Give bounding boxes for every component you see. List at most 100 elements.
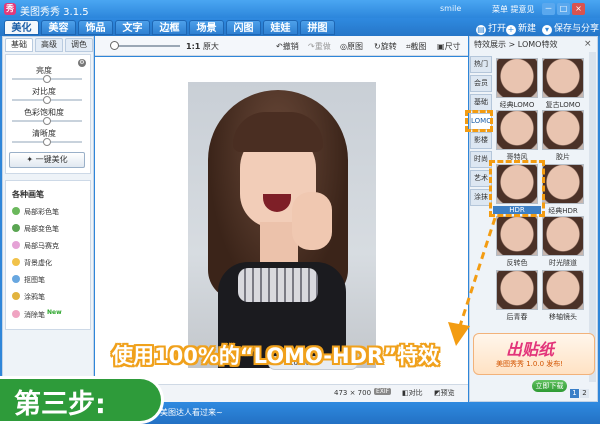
undo-button[interactable]: ↶撤销 <box>276 41 299 52</box>
cutout-icon <box>12 275 20 283</box>
rotate-label: 旋转 <box>380 42 397 51</box>
plus-icon: + <box>506 25 516 35</box>
brush-item[interactable]: 背景虚化 <box>12 258 52 268</box>
resize-button[interactable]: ▣尺寸 <box>437 41 461 52</box>
brush-item[interactable]: 抠图笔 <box>12 275 45 285</box>
effects-breadcrumb: 特效展示 > LOMO特效 <box>474 40 558 49</box>
category-tab[interactable]: 会员 <box>470 75 492 92</box>
app-logo: 秀 <box>4 3 16 15</box>
subtab-advanced[interactable]: 高级 <box>35 38 63 52</box>
redo-icon: ↷ <box>308 42 315 51</box>
brush-item[interactable]: 消除笔 New <box>12 309 62 320</box>
brightness-slider[interactable] <box>12 75 82 83</box>
pen-icon <box>12 292 20 300</box>
eraser-icon <box>12 310 20 318</box>
subtab-color[interactable]: 调色 <box>65 38 93 52</box>
brush-item[interactable]: 局部变色笔 <box>12 224 59 234</box>
user-name[interactable]: smile <box>440 4 461 13</box>
minimize-button[interactable]: － <box>542 3 555 15</box>
folder-icon: ▤ <box>476 25 486 35</box>
open-button[interactable]: ▤ 打开 <box>476 21 506 35</box>
category-tab[interactable]: 基础 <box>470 94 492 111</box>
highlight-lomo-tab <box>465 110 493 132</box>
effect-thumbnail[interactable] <box>542 216 584 256</box>
page-button-2[interactable]: 2 <box>580 389 589 398</box>
page-button-1[interactable]: 1 <box>570 389 579 398</box>
category-tab[interactable]: 影楼 <box>470 132 492 149</box>
brush-panel: 各种画笔 局部彩色笔 局部变色笔 局部马赛克 背景虚化 抠图笔 涂鸦笔 消除笔 N… <box>5 180 91 330</box>
brush-label: 背景虚化 <box>24 259 52 267</box>
new-button[interactable]: + 新建 <box>506 21 536 35</box>
compare-button[interactable]: ◧对比 <box>402 388 423 398</box>
mosaic-icon <box>12 241 20 249</box>
preview-button[interactable]: ◩预览 <box>434 388 455 398</box>
brush-label: 涂鸦笔 <box>24 293 45 301</box>
necklace-shape <box>238 268 318 302</box>
effect-label: 胶片 <box>556 153 570 161</box>
effect-label: 移轴镜头 <box>549 313 577 321</box>
close-icon[interactable]: × <box>584 39 592 49</box>
saturation-slider[interactable] <box>12 117 82 125</box>
recolor-brush-icon <box>12 224 20 232</box>
tab-collage[interactable]: 拼图 <box>300 20 335 35</box>
menu-links[interactable]: 菜单 提意见 <box>492 4 535 15</box>
sharpness-slider[interactable] <box>12 138 82 146</box>
beautify-label: 一键美化 <box>35 155 68 164</box>
exif-button[interactable]: EXIF <box>374 388 392 395</box>
save-share-button[interactable]: ▾ 保存与分享 <box>542 21 599 35</box>
category-tab[interactable]: 热门 <box>470 56 492 73</box>
effect-thumbnail[interactable] <box>496 58 538 98</box>
effect-label: 复古LOMO <box>545 101 581 109</box>
zoom-slider[interactable] <box>112 45 180 47</box>
crop-label: 截图 <box>410 42 427 51</box>
slider-knob[interactable] <box>43 96 51 104</box>
new-label: 新建 <box>518 24 537 34</box>
effect-thumbnail[interactable] <box>542 58 584 98</box>
rotate-icon: ↻ <box>374 42 381 51</box>
close-button[interactable]: × <box>572 3 585 15</box>
compare-icon: ◧ <box>402 389 409 397</box>
rotate-button[interactable]: ↻旋转 <box>374 41 397 52</box>
brush-item[interactable]: 涂鸦笔 <box>12 292 45 302</box>
highlight-hdr-effect <box>489 160 545 217</box>
tab-beauty[interactable]: 美容 <box>41 20 76 35</box>
brush-item[interactable]: 局部马赛克 <box>12 241 59 251</box>
brush-item[interactable]: 局部彩色笔 <box>12 207 59 217</box>
tab-beautify[interactable]: 美化 <box>4 20 39 35</box>
slider-knob[interactable] <box>43 117 51 125</box>
hand-shape <box>292 192 332 250</box>
tab-flash[interactable]: 闪图 <box>226 20 261 35</box>
original-button[interactable]: ◎原图 <box>340 41 363 52</box>
zoom-knob[interactable] <box>110 41 119 50</box>
bangs-shape <box>233 112 323 152</box>
effect-thumbnail[interactable] <box>542 270 584 310</box>
slider-knob[interactable] <box>43 75 51 83</box>
download-button[interactable]: 立即下载 <box>532 380 567 392</box>
contrast-slider[interactable] <box>12 96 82 104</box>
brush-label: 局部马赛克 <box>24 242 59 250</box>
crop-button[interactable]: ⌗截图 <box>406 41 427 52</box>
effect-thumbnail[interactable] <box>542 164 584 204</box>
photo[interactable] <box>188 82 376 368</box>
effect-label: 经典LOMO <box>499 101 535 109</box>
tab-scene[interactable]: 场景 <box>189 20 224 35</box>
slider-knob[interactable] <box>43 138 51 146</box>
maximize-button[interactable]: □ <box>557 3 570 15</box>
redo-label: 重做 <box>314 42 331 51</box>
tab-accessories[interactable]: 饰品 <box>78 20 113 35</box>
saturation-label: 色彩饱和度 <box>24 108 64 117</box>
effect-thumbnail[interactable] <box>496 110 538 150</box>
effect-thumbnail[interactable] <box>542 110 584 150</box>
redo-button[interactable]: ↷重做 <box>308 41 331 52</box>
zoom-ratio[interactable]: 1:1 原大 <box>186 41 219 52</box>
one-click-beautify-button[interactable]: ✦ 一键美化 <box>9 152 85 168</box>
image-dimensions: 473 × 700 <box>334 389 372 397</box>
tab-border[interactable]: 边框 <box>152 20 187 35</box>
tab-text[interactable]: 文字 <box>115 20 150 35</box>
resize-icon: ▣ <box>437 42 445 51</box>
pointer-arrow-icon <box>448 217 497 346</box>
promo-subtitle: 美图秀秀 1.0.0 发布! <box>496 360 564 368</box>
bottom-message[interactable]: 美图达人看过来~ <box>160 407 223 418</box>
subtab-basic[interactable]: 基础 <box>5 38 33 52</box>
tab-doll[interactable]: 娃娃 <box>263 20 298 35</box>
